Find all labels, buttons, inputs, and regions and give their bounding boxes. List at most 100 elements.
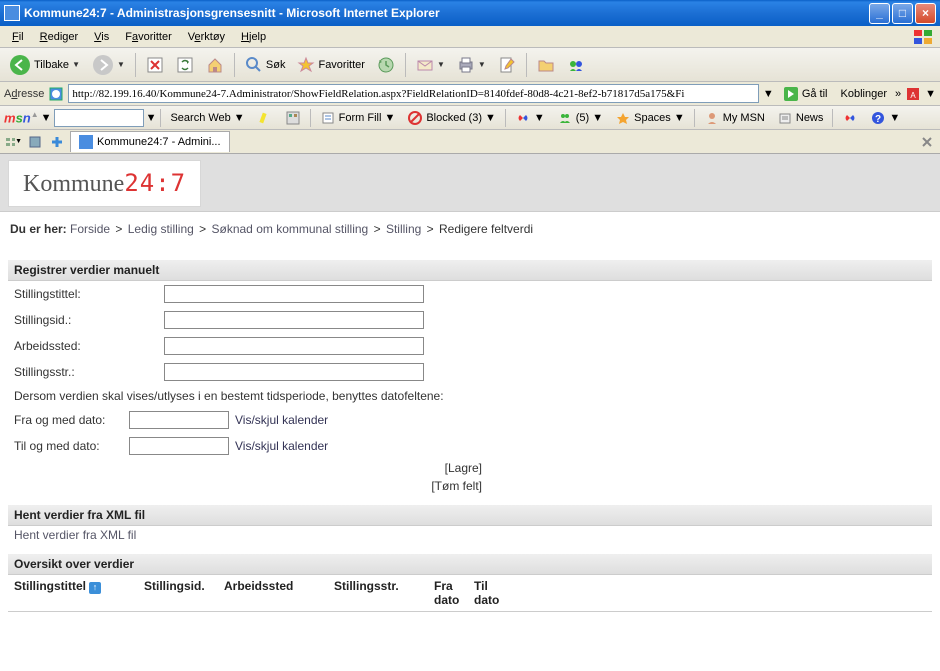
label-stillingsstr: Stillingsstr.: — [14, 365, 164, 379]
col-stillingstittel[interactable]: Stillingstittel↑ — [14, 579, 144, 607]
refresh-button[interactable] — [171, 53, 199, 77]
toolbar: Tilbake ▼ ▼ Søk Favoritter ▼ ▼ — [0, 48, 940, 82]
tab-restore-button[interactable] — [26, 133, 44, 151]
forward-button[interactable]: ▼ — [87, 51, 130, 79]
brand-header: Kommune24:7 — [0, 154, 940, 212]
tab-close-button[interactable] — [918, 133, 936, 151]
edit-button[interactable] — [493, 53, 521, 77]
people-button[interactable]: (5)▼ — [552, 108, 608, 128]
toggle-calendar-fra[interactable]: Vis/skjul kalender — [235, 413, 328, 427]
maximize-button[interactable]: □ — [892, 3, 913, 24]
mail-button[interactable]: ▼ — [411, 53, 450, 77]
close-button[interactable]: × — [915, 3, 936, 24]
breadcrumb: Du er her: Forside > Ledig stilling > Sø… — [0, 212, 940, 256]
links-button[interactable]: Koblinger — [837, 88, 891, 100]
menu-favoritter[interactable]: Favoritter — [117, 29, 179, 45]
xml-link[interactable]: Hent verdier fra XML fil — [8, 526, 932, 544]
section-xml: Hent verdier fra XML fil Hent verdier fr… — [8, 505, 932, 544]
minimize-button[interactable]: _ — [869, 3, 890, 24]
input-stillingstittel[interactable] — [164, 285, 424, 303]
date-note: Dersom verdien skal vises/utlyses i en b… — [8, 385, 932, 407]
crumb-ledig-stilling[interactable]: Ledig stilling — [128, 222, 194, 236]
label-stillingstittel: Stillingstittel: — [14, 287, 164, 301]
address-input[interactable] — [68, 84, 759, 103]
back-button[interactable]: Tilbake ▼ — [4, 51, 85, 79]
viewport[interactable]: Kommune24:7 Du er her: Forside > Ledig s… — [0, 154, 940, 671]
input-stillingsid[interactable] — [164, 311, 424, 329]
tab-bar: ▼ Kommune24:7 - Admini... — [0, 130, 940, 154]
folder-button[interactable] — [532, 53, 560, 77]
table-header: Stillingstittel↑ Stillingsid. Arbeidsste… — [8, 575, 932, 612]
crumb-current: Redigere feltverdi — [439, 222, 533, 236]
new-tab-button[interactable] — [48, 133, 66, 151]
search-button[interactable]: Søk — [240, 53, 291, 77]
address-bar: Adresse ▼ Gå til Koblinger » A ▼ — [0, 82, 940, 106]
col-stillingsstr[interactable]: Stillingsstr. — [334, 579, 434, 607]
section-overview-title: Oversikt over verdier — [8, 554, 932, 575]
input-arbeidssted[interactable] — [164, 337, 424, 355]
blocked-button[interactable]: Blocked (3)▼ — [402, 108, 501, 128]
crumb-soknad[interactable]: Søknad om kommunal stilling — [212, 222, 369, 236]
breadcrumb-prefix: Du er her: — [10, 222, 67, 236]
menu-vis[interactable]: Vis — [86, 29, 117, 45]
save-button[interactable]: [Lagre] — [445, 461, 482, 475]
go-button[interactable]: Gå til — [778, 84, 833, 104]
menu-rediger[interactable]: Rediger — [32, 29, 87, 45]
my-msn-button[interactable]: My MSN — [699, 108, 770, 128]
butterfly-button[interactable]: ▼ — [510, 108, 550, 128]
label-til-dato: Til og med dato: — [14, 439, 129, 453]
spaces-button[interactable]: Spaces▼ — [610, 108, 690, 128]
brand-logo: Kommune24:7 — [8, 160, 201, 207]
search-label: Søk — [266, 59, 286, 71]
form-fill-button[interactable]: Form Fill▼ — [315, 108, 401, 128]
history-button[interactable] — [372, 53, 400, 77]
msn-home-button[interactable] — [837, 108, 863, 128]
app-icon — [4, 5, 20, 21]
dropdown-icon: ▼ — [117, 60, 125, 69]
highlight-button[interactable] — [252, 108, 278, 128]
address-dropdown-icon[interactable]: ▼ — [763, 88, 774, 100]
toggle-calendar-til[interactable]: Vis/skjul kalender — [235, 439, 328, 453]
crumb-stilling[interactable]: Stilling — [386, 222, 421, 236]
favorites-button[interactable]: Favoritter — [292, 53, 369, 77]
crumb-forside[interactable]: Forside — [70, 222, 110, 236]
chevron-right-icon[interactable]: » — [895, 88, 901, 100]
stop-button[interactable] — [141, 53, 169, 77]
msn-toolbar: msn▲ ▼ ▼ Search Web▼ Form Fill▼ Blocked … — [0, 106, 940, 130]
messenger-button[interactable] — [562, 53, 590, 77]
options-button[interactable] — [280, 108, 306, 128]
menubar: Fil Rediger Vis Favoritter Verktøy Hjelp — [0, 26, 940, 48]
news-button[interactable]: News — [772, 108, 829, 128]
window-title: Kommune24:7 - Administrasjonsgrensesnitt… — [24, 6, 869, 20]
col-til-dato[interactable]: Til dato — [474, 579, 514, 607]
address-label: Adresse — [4, 88, 44, 100]
menu-fil[interactable]: Fil — [4, 29, 32, 45]
print-button[interactable]: ▼ — [452, 53, 491, 77]
page-icon — [48, 86, 64, 102]
clear-button[interactable]: [Tøm felt] — [431, 479, 482, 493]
pdf-icon[interactable]: A — [905, 86, 921, 102]
col-fra-dato[interactable]: Fra dato — [434, 579, 474, 607]
favorites-label: Favoritter — [318, 59, 364, 71]
col-stillingsid[interactable]: Stillingsid. — [144, 579, 224, 607]
section-xml-title: Hent verdier fra XML fil — [8, 505, 932, 526]
tab-label: Kommune24:7 - Admini... — [97, 136, 221, 148]
tab-list-button[interactable]: ▼ — [4, 133, 22, 151]
tab-1[interactable]: Kommune24:7 - Admini... — [70, 131, 230, 152]
input-til-dato[interactable] — [129, 437, 229, 455]
msn-help-button[interactable]: ?▼ — [865, 108, 905, 128]
menu-hjelp[interactable]: Hjelp — [233, 29, 274, 45]
windows-flag-icon — [912, 28, 936, 46]
search-web-button[interactable]: Search Web▼ — [165, 110, 249, 126]
msn-search-input[interactable] — [54, 109, 144, 127]
input-fra-dato[interactable] — [129, 411, 229, 429]
sort-icon: ↑ — [89, 582, 101, 594]
label-fra-dato: Fra og med dato: — [14, 413, 129, 427]
section-overview: Oversikt over verdier Stillingstittel↑ S… — [8, 554, 932, 612]
input-stillingsstr[interactable] — [164, 363, 424, 381]
menu-verktoy[interactable]: Verktøy — [180, 29, 233, 45]
home-button[interactable] — [201, 53, 229, 77]
section-register-title: Registrer verdier manuelt — [8, 260, 932, 281]
col-arbeidssted[interactable]: Arbeidssted — [224, 579, 334, 607]
dropdown-icon: ▼ — [72, 60, 80, 69]
